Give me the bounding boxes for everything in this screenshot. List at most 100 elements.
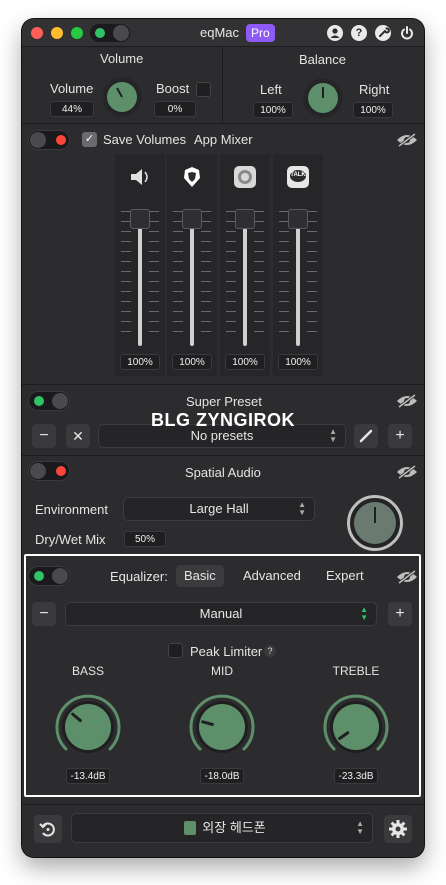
app-title: eqMac (200, 25, 240, 40)
tab-basic[interactable]: Basic (176, 565, 224, 587)
slider-tick (226, 231, 236, 232)
slider-tick (254, 271, 264, 272)
balance-knob[interactable] (303, 78, 343, 118)
slider-tick (149, 231, 159, 232)
minimize-window-button[interactable] (51, 27, 63, 39)
slider-tick (121, 231, 131, 232)
slider-tick (226, 271, 236, 272)
slider-tick (279, 241, 289, 242)
slider-tick (173, 301, 183, 302)
slider-tick (173, 321, 183, 322)
mixer-app-column: 100% (167, 154, 217, 376)
mixer-app-volume-value: 100% (120, 354, 160, 370)
slider-tick (254, 331, 264, 332)
slider-tick (307, 261, 317, 262)
slider-tick (254, 281, 264, 282)
drywet-knob[interactable] (347, 495, 403, 551)
help-icon[interactable]: ? (351, 25, 367, 41)
slider-tick (307, 241, 317, 242)
app-mixer-title: App Mixer (194, 132, 253, 147)
speaker-icon (127, 164, 153, 190)
slider-tick (254, 251, 264, 252)
volume-slider-thumb[interactable] (288, 209, 308, 229)
hide-eye-icon[interactable] (396, 464, 418, 480)
brave-icon (179, 164, 205, 190)
add-eq-preset-button[interactable]: + (388, 602, 412, 626)
close-window-button[interactable] (31, 27, 43, 39)
environment-dropdown[interactable]: Large Hall ▲ ▼ (123, 497, 315, 521)
volume-label: Volume (50, 81, 94, 96)
hide-eye-icon[interactable] (396, 393, 418, 409)
volume-balance-divider (222, 47, 223, 122)
slider-tick (173, 331, 183, 332)
slider-tick (279, 331, 289, 332)
slider-tick (254, 301, 264, 302)
slider-tick (201, 281, 211, 282)
slider-tick (201, 321, 211, 322)
divider (22, 455, 424, 456)
master-toggle[interactable] (90, 24, 130, 42)
volume-knob[interactable] (102, 77, 142, 117)
volume-slider-thumb[interactable] (235, 209, 255, 229)
remove-eq-preset-button[interactable]: − (32, 602, 56, 626)
zoom-window-button[interactable] (71, 27, 83, 39)
eq-preset-dropdown[interactable]: Manual ▲ ▼ (65, 602, 377, 626)
slider-tick (149, 251, 159, 252)
settings-gear-button[interactable] (384, 815, 412, 843)
overlay-caption: BLG ZYNGIROK (151, 410, 295, 430)
volume-slider-thumb[interactable] (130, 209, 150, 229)
save-volumes-checkbox[interactable]: ✓ (82, 132, 97, 147)
slider-tick (149, 301, 159, 302)
slider-tick (149, 271, 159, 272)
spatial-audio-title: Spatial Audio (185, 465, 261, 480)
slider-tick (121, 321, 131, 322)
tab-advanced[interactable]: Advanced (235, 565, 309, 587)
slider-tick (279, 261, 289, 262)
slider-tick (149, 221, 159, 222)
slider-tick (121, 251, 131, 252)
drywet-label: Dry/Wet Mix (35, 532, 106, 547)
slider-tick (201, 301, 211, 302)
peak-limiter-help-icon[interactable]: ? (264, 645, 276, 657)
updown-chevron-icon: ▲ ▼ (356, 819, 364, 836)
power-icon[interactable] (399, 25, 415, 41)
slider-tick (149, 241, 159, 242)
slider-tick (121, 291, 131, 292)
volume-heading: Volume (100, 51, 144, 66)
spatial-audio-toggle[interactable] (28, 461, 70, 481)
settings-icon[interactable] (375, 25, 391, 41)
slider-tick (121, 331, 131, 332)
slider-tick (201, 231, 211, 232)
eq-band-knob[interactable] (186, 691, 258, 763)
eq-band-label: BASS (71, 664, 104, 678)
account-icon[interactable] (327, 25, 343, 41)
mixer-toggle[interactable] (28, 130, 70, 150)
divider (22, 804, 424, 805)
hide-eye-icon[interactable] (396, 569, 418, 585)
slider-tick (201, 221, 211, 222)
eq-band-value: -18.0dB (200, 768, 244, 784)
slider-tick (173, 241, 183, 242)
slider-tick (307, 211, 317, 212)
slider-tick (307, 311, 317, 312)
equalizer-toggle[interactable] (28, 566, 70, 586)
volume-slider-thumb[interactable] (182, 209, 202, 229)
boost-value: 0% (154, 101, 196, 117)
output-device-dropdown[interactable]: 외장 헤드폰 ▲ ▼ (71, 813, 373, 843)
slider-tick (254, 221, 264, 222)
peak-limiter-checkbox[interactable] (168, 643, 183, 658)
updown-chevron-icon: ▲ ▼ (298, 500, 306, 517)
chrome-icon (232, 164, 258, 190)
eq-preset-value: Manual (199, 606, 243, 621)
slider-tick (226, 241, 236, 242)
eq-band-knob[interactable] (320, 691, 392, 763)
hide-eye-icon[interactable] (396, 132, 418, 148)
super-preset-toggle[interactable] (28, 391, 70, 411)
slider-tick (254, 261, 264, 262)
slider-tick (149, 291, 159, 292)
updown-chevron-icon: ▲ ▼ (360, 605, 368, 622)
reset-button[interactable] (34, 815, 62, 843)
boost-checkbox[interactable] (196, 82, 211, 97)
tab-expert[interactable]: Expert (318, 565, 372, 587)
eq-band-knob[interactable] (52, 691, 124, 763)
